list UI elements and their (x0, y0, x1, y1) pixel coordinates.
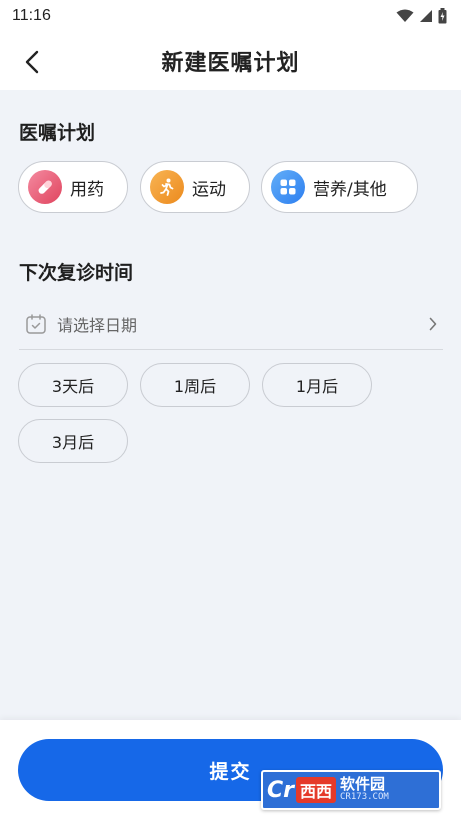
calendar-icon (25, 313, 47, 335)
watermark-logo: Cr 西西 软件园 CR173.COM (261, 770, 441, 810)
plan-section-title: 医嘱计划 (19, 122, 96, 144)
status-bar: 11:16 (0, 0, 461, 32)
plan-nutrition-label: 营养/其他 (313, 179, 387, 200)
back-button[interactable] (14, 44, 50, 80)
status-time: 11:16 (12, 7, 51, 24)
plan-medication-label: 用药 (70, 179, 104, 200)
plan-medication-button[interactable]: 用药 (18, 161, 128, 213)
chevron-left-icon (25, 50, 39, 74)
followup-section-title: 下次复诊时间 (19, 262, 134, 284)
grid-icon (271, 170, 305, 204)
battery-icon (438, 8, 447, 24)
watermark-brand: 西西 (296, 777, 337, 803)
pill-icon (28, 170, 62, 204)
quick-option-3-months[interactable]: 3月后 (18, 419, 128, 463)
watermark-subtitle: CR173.COM (340, 792, 389, 803)
quick-option-1-week[interactable]: 1周后 (140, 363, 250, 407)
watermark-title: 软件园 (340, 775, 386, 794)
date-placeholder: 请选择日期 (57, 315, 138, 335)
date-picker-row[interactable]: 请选择日期 (19, 298, 443, 350)
quick-option-1-month[interactable]: 1月后 (262, 363, 372, 407)
quick-option-3-days[interactable]: 3天后 (18, 363, 128, 407)
signal-icon (420, 10, 432, 22)
plan-exercise-button[interactable]: 运动 (140, 161, 250, 213)
nav-bar: 新建医嘱计划 (0, 32, 461, 90)
wifi-icon (396, 9, 414, 22)
page-title: 新建医嘱计划 (161, 51, 300, 76)
watermark-logo-mark: Cr (267, 777, 294, 803)
chevron-right-icon (429, 317, 437, 331)
plan-exercise-label: 运动 (192, 179, 226, 200)
running-icon (150, 170, 184, 204)
plan-nutrition-button[interactable]: 营养/其他 (261, 161, 418, 213)
status-icons (396, 8, 447, 24)
